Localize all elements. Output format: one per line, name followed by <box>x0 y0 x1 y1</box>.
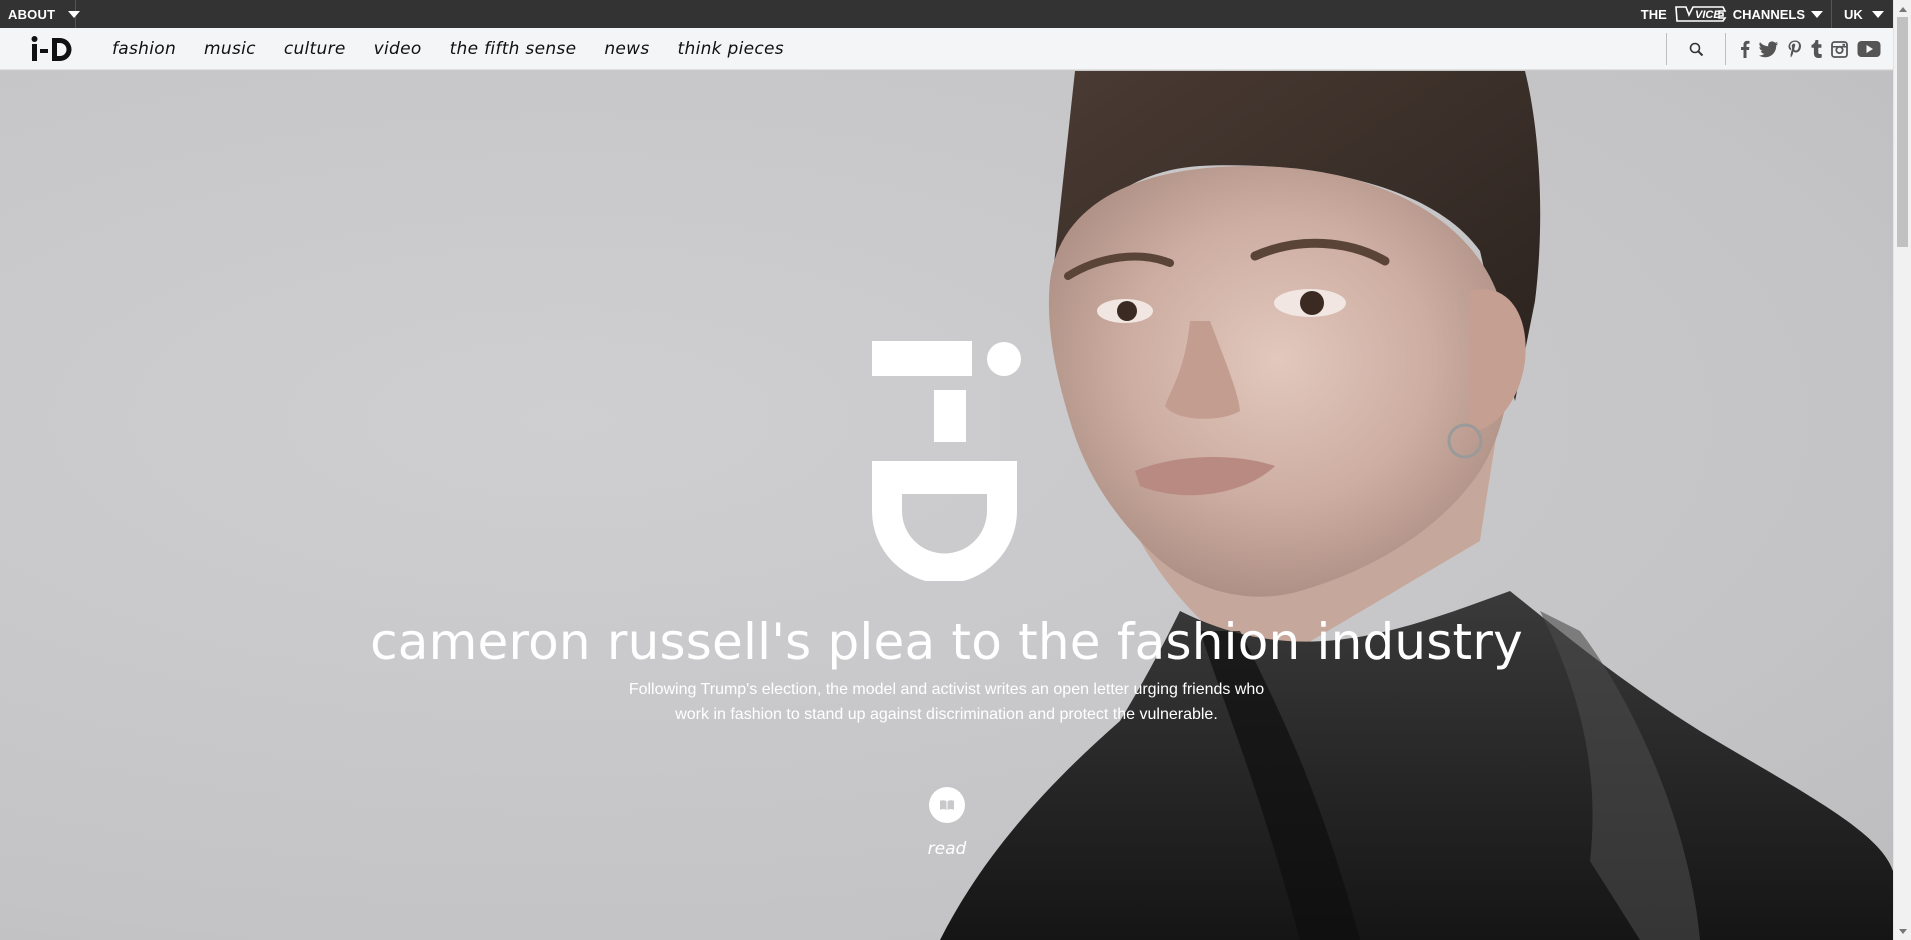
read-button[interactable] <box>929 787 965 823</box>
scroll-thumb[interactable] <box>1897 17 1908 247</box>
nav-tools <box>1666 28 1893 70</box>
nav-link-the-fifth-sense[interactable]: the fifth sense <box>450 39 577 59</box>
search-icon <box>1689 42 1703 56</box>
scroll-down-arrow-icon[interactable] <box>1894 923 1911 940</box>
nav-link-video[interactable]: video <box>374 39 422 59</box>
nav-link-music[interactable]: music <box>204 39 256 59</box>
chevron-down-icon <box>1871 10 1884 18</box>
utility-bar: ABOUT THE VICE CHANNELS UK <box>0 0 1893 28</box>
facebook-icon[interactable] <box>1740 40 1750 58</box>
region-label: UK <box>1844 6 1863 22</box>
search-button[interactable] <box>1667 28 1725 70</box>
nav-link-think-pieces[interactable]: think pieces <box>678 39 784 59</box>
nav-link-news[interactable]: news <box>604 39 649 59</box>
youtube-icon[interactable] <box>1857 40 1881 58</box>
channels-suffix: CHANNELS <box>1732 6 1805 22</box>
about-dropdown[interactable]: ABOUT <box>0 0 81 28</box>
vice-channels-dropdown[interactable]: THE VICE CHANNELS <box>1641 0 1823 28</box>
chevron-down-icon <box>1811 10 1823 18</box>
scroll-up-arrow-icon[interactable] <box>1894 0 1911 17</box>
vice-logo: VICE <box>1674 6 1727 22</box>
pinterest-icon[interactable] <box>1788 40 1802 58</box>
tumblr-icon[interactable] <box>1811 40 1822 58</box>
hero-dek: Following Trump's election, the model an… <box>600 677 1293 727</box>
hero-dek-line: Following Trump's election, the model an… <box>628 681 1265 698</box>
hero-feature[interactable]: cameron russell's plea to the fashion in… <box>0 71 1893 940</box>
nav-link-culture[interactable]: culture <box>284 39 346 59</box>
about-label: ABOUT <box>8 6 56 22</box>
nav-link-fashion[interactable]: fashion <box>112 39 176 59</box>
section-links: fashion music culture video the fifth se… <box>112 28 812 70</box>
chevron-down-icon <box>68 10 81 18</box>
read-label[interactable]: read <box>900 839 994 859</box>
id-logo[interactable] <box>30 33 74 65</box>
main-nav: fashion music culture video the fifth se… <box>0 28 1893 70</box>
hero-dek-line: work in fashion to stand up against disc… <box>675 706 1218 723</box>
channels-prefix: THE <box>1640 6 1667 22</box>
instagram-icon[interactable] <box>1831 40 1848 58</box>
book-icon <box>940 800 954 810</box>
twitter-icon[interactable] <box>1759 40 1779 58</box>
hero-headline[interactable]: cameron russell's plea to the fashion in… <box>0 613 1893 671</box>
scrollbar[interactable] <box>1893 0 1911 940</box>
id-hero-logo <box>872 341 1021 581</box>
social-links <box>1726 40 1893 58</box>
vice-logo-text: VICE <box>1695 9 1721 21</box>
region-dropdown[interactable]: UK <box>1831 0 1893 28</box>
